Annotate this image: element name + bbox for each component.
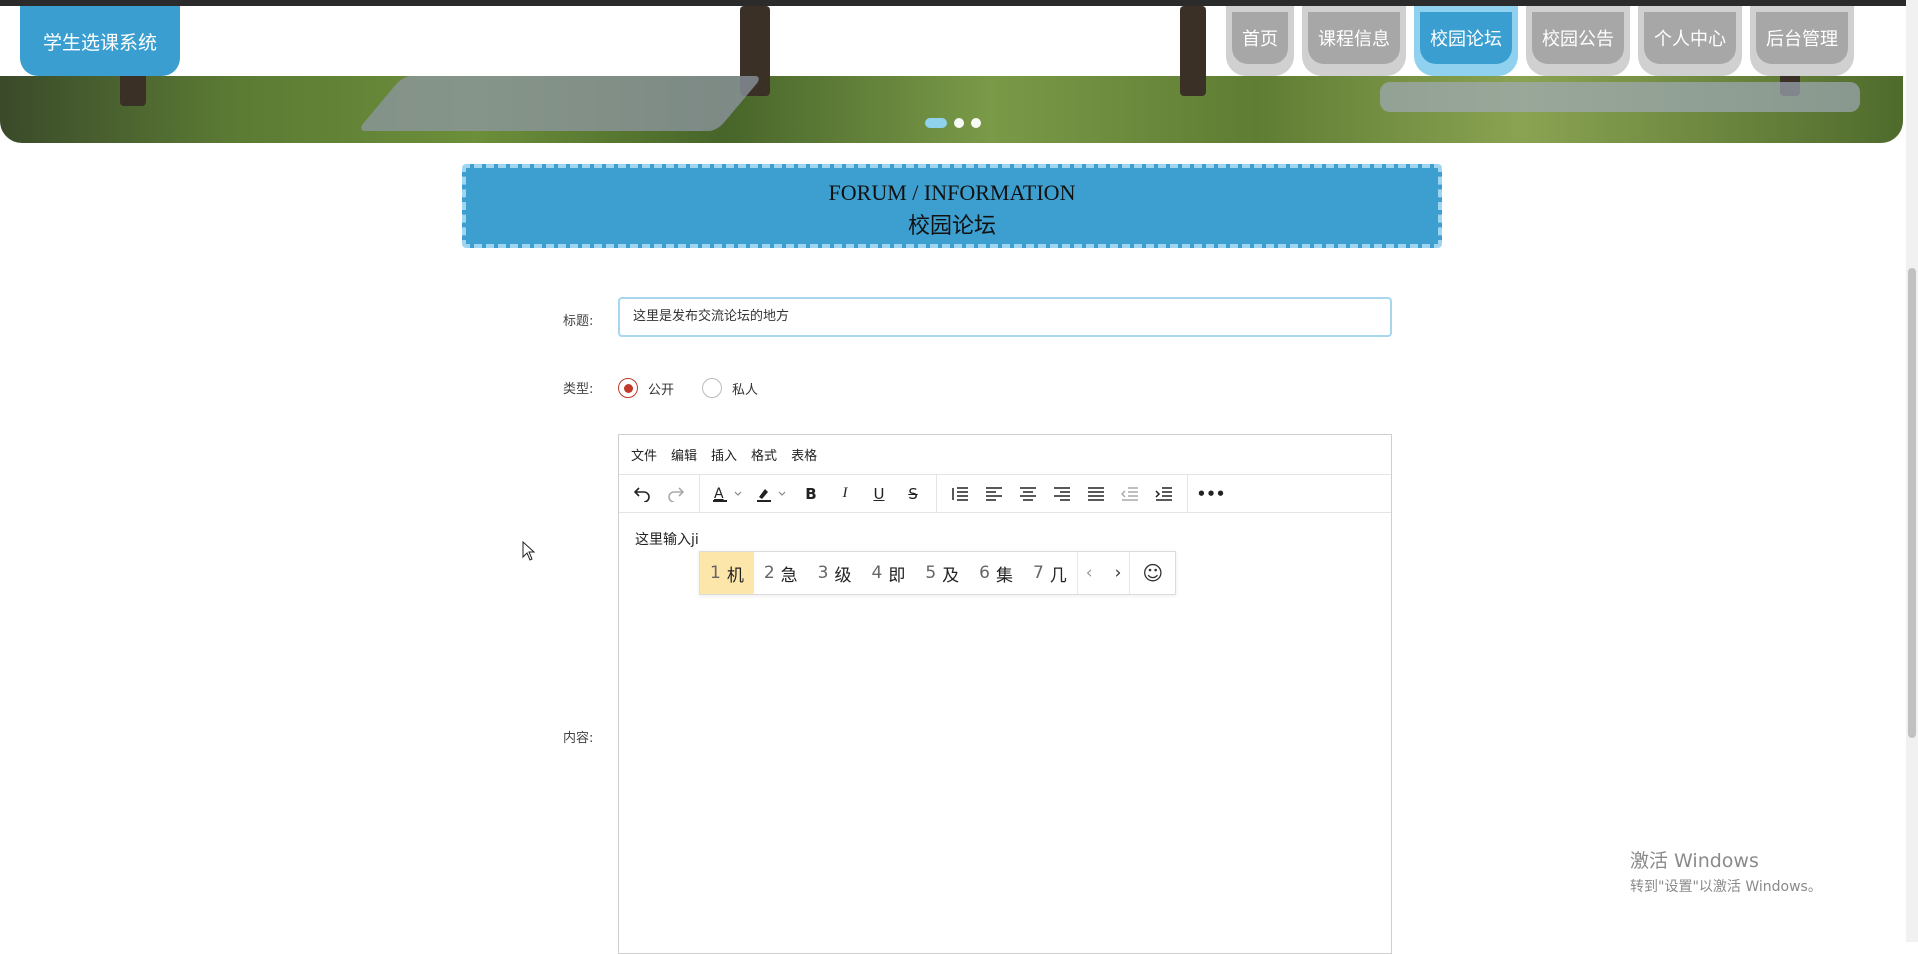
menu-insert[interactable]: 插入 bbox=[711, 445, 737, 464]
ime-candidate[interactable]: 5及 bbox=[915, 552, 969, 594]
chevron-right-icon[interactable]: › bbox=[1115, 563, 1122, 583]
redo-icon[interactable] bbox=[659, 479, 693, 509]
ime-candidate-number: 1 bbox=[710, 563, 721, 583]
italic-icon[interactable]: I bbox=[828, 479, 862, 509]
align-group bbox=[937, 475, 1188, 512]
ime-candidate[interactable]: 7几 bbox=[1023, 552, 1077, 594]
title-input[interactable]: 这里是发布交流论坛的地方 bbox=[618, 297, 1392, 337]
editor-toolbar: A B I U S ••• bbox=[619, 475, 1391, 513]
align-center-icon[interactable] bbox=[1011, 479, 1045, 509]
page-scrollbar[interactable] bbox=[1908, 268, 1916, 738]
highlight-icon[interactable] bbox=[750, 479, 794, 509]
menu-format[interactable]: 格式 bbox=[751, 445, 777, 464]
indent-icon[interactable] bbox=[1147, 479, 1181, 509]
ime-candidate[interactable]: 1机 bbox=[700, 552, 754, 594]
mouse-pointer-icon bbox=[522, 541, 536, 561]
banner-path bbox=[356, 76, 764, 131]
carousel-dots bbox=[925, 118, 981, 128]
windows-activation-watermark: 激活 Windows 转到"设置"以激活 Windows。 bbox=[1630, 846, 1822, 896]
section-title-zh: 校园论坛 bbox=[907, 213, 996, 238]
carousel-dot[interactable] bbox=[971, 118, 981, 128]
banner-path bbox=[1380, 82, 1860, 112]
nav-item-announcements[interactable]: 校园公告 bbox=[1526, 6, 1630, 76]
ime-candidate-text: 级 bbox=[834, 565, 852, 586]
nav-item-profile[interactable]: 个人中心 bbox=[1638, 6, 1742, 76]
format-group: A B I U S bbox=[700, 475, 937, 512]
strikethrough-icon[interactable]: S bbox=[896, 479, 930, 509]
ime-candidate-number: 3 bbox=[817, 563, 829, 583]
nav-item-label: 个人中心 bbox=[1644, 12, 1736, 64]
ime-candidate[interactable]: 6集 bbox=[969, 552, 1023, 594]
tree-trunk bbox=[1180, 6, 1206, 96]
nav-item-label: 课程信息 bbox=[1308, 12, 1400, 64]
editor-menubar: 文件 编辑 插入 格式 表格 bbox=[619, 435, 1391, 475]
menu-file[interactable]: 文件 bbox=[631, 445, 657, 464]
watermark-line1: 激活 Windows bbox=[1630, 850, 1759, 872]
nav-item-label: 首页 bbox=[1232, 12, 1288, 64]
svg-text:A: A bbox=[714, 486, 724, 502]
menu-edit[interactable]: 编辑 bbox=[671, 445, 697, 464]
undo-icon[interactable] bbox=[625, 479, 659, 509]
align-right-icon[interactable] bbox=[1045, 479, 1079, 509]
main-nav: 首页 课程信息 校园论坛 校园公告 个人中心 后台管理 bbox=[1226, 6, 1854, 76]
radio-public[interactable] bbox=[618, 378, 638, 398]
more-icon[interactable]: ••• bbox=[1194, 479, 1228, 509]
carousel-dot[interactable] bbox=[954, 118, 964, 128]
rich-text-editor: 文件 编辑 插入 格式 表格 A B I U S ••• 这里输入ji bbox=[618, 434, 1392, 954]
line-height-icon[interactable] bbox=[943, 479, 977, 509]
outdent-icon[interactable] bbox=[1113, 479, 1147, 509]
nav-item-courses[interactable]: 课程信息 bbox=[1302, 6, 1406, 76]
menu-table[interactable]: 表格 bbox=[791, 445, 817, 464]
ime-candidate-text: 即 bbox=[888, 565, 906, 586]
ime-candidate-text: 及 bbox=[942, 565, 960, 586]
nav-item-label: 校园公告 bbox=[1532, 12, 1624, 64]
emoji-icon[interactable]: ☺ bbox=[1129, 552, 1175, 594]
type-label: 类型: bbox=[563, 382, 594, 397]
ime-candidate-window: 1机 2急 3级 4即 5及 6集 7几 ‹ › ☺ bbox=[699, 551, 1177, 595]
section-title-en: FORUM / INFORMATION bbox=[828, 180, 1076, 205]
text-color-icon[interactable]: A bbox=[706, 479, 750, 509]
nav-item-admin[interactable]: 后台管理 bbox=[1750, 6, 1854, 76]
chevron-left-icon[interactable]: ‹ bbox=[1086, 563, 1093, 583]
nav-item-label: 校园论坛 bbox=[1420, 12, 1512, 64]
section-heading: FORUM / INFORMATION 校园论坛 bbox=[462, 164, 1442, 248]
nav-item-label: 后台管理 bbox=[1756, 12, 1848, 64]
ime-candidate-text: 集 bbox=[995, 565, 1013, 586]
underline-icon[interactable]: U bbox=[862, 479, 896, 509]
ime-candidate-number: 6 bbox=[979, 563, 990, 583]
align-left-icon[interactable] bbox=[977, 479, 1011, 509]
ime-candidate-text: 急 bbox=[780, 565, 798, 586]
watermark-line2: 转到"设置"以激活 Windows。 bbox=[1630, 879, 1822, 895]
ime-candidate-number: 5 bbox=[925, 563, 937, 583]
ime-candidate-number: 7 bbox=[1032, 563, 1044, 583]
site-logo[interactable]: 学生选课系统 bbox=[20, 6, 180, 76]
content-label: 内容: bbox=[563, 731, 594, 746]
nav-item-forum[interactable]: 校园论坛 bbox=[1414, 6, 1518, 76]
nav-item-home[interactable]: 首页 bbox=[1226, 6, 1294, 76]
ime-candidate-number: 2 bbox=[763, 563, 775, 583]
bold-icon[interactable]: B bbox=[794, 479, 828, 509]
radio-public-label[interactable]: 公开 bbox=[648, 379, 674, 398]
ime-candidate-number: 4 bbox=[871, 563, 883, 583]
title-label: 标题: bbox=[563, 314, 594, 329]
radio-private[interactable] bbox=[702, 378, 723, 398]
ime-candidate[interactable]: 2急 bbox=[754, 552, 808, 594]
ime-candidate[interactable]: 3级 bbox=[808, 552, 862, 594]
align-justify-icon[interactable] bbox=[1079, 479, 1113, 509]
ime-candidate-text: 机 bbox=[726, 565, 744, 586]
history-group bbox=[619, 475, 700, 512]
ime-page-nav: ‹ › bbox=[1076, 552, 1130, 594]
ime-candidate-text: 几 bbox=[1049, 565, 1067, 586]
radio-private-label[interactable]: 私人 bbox=[732, 379, 758, 398]
type-radio-group: 公开 私人 bbox=[618, 378, 780, 398]
ime-candidate[interactable]: 4即 bbox=[861, 552, 915, 594]
more-group: ••• bbox=[1188, 475, 1234, 512]
carousel-dot[interactable] bbox=[925, 118, 947, 128]
